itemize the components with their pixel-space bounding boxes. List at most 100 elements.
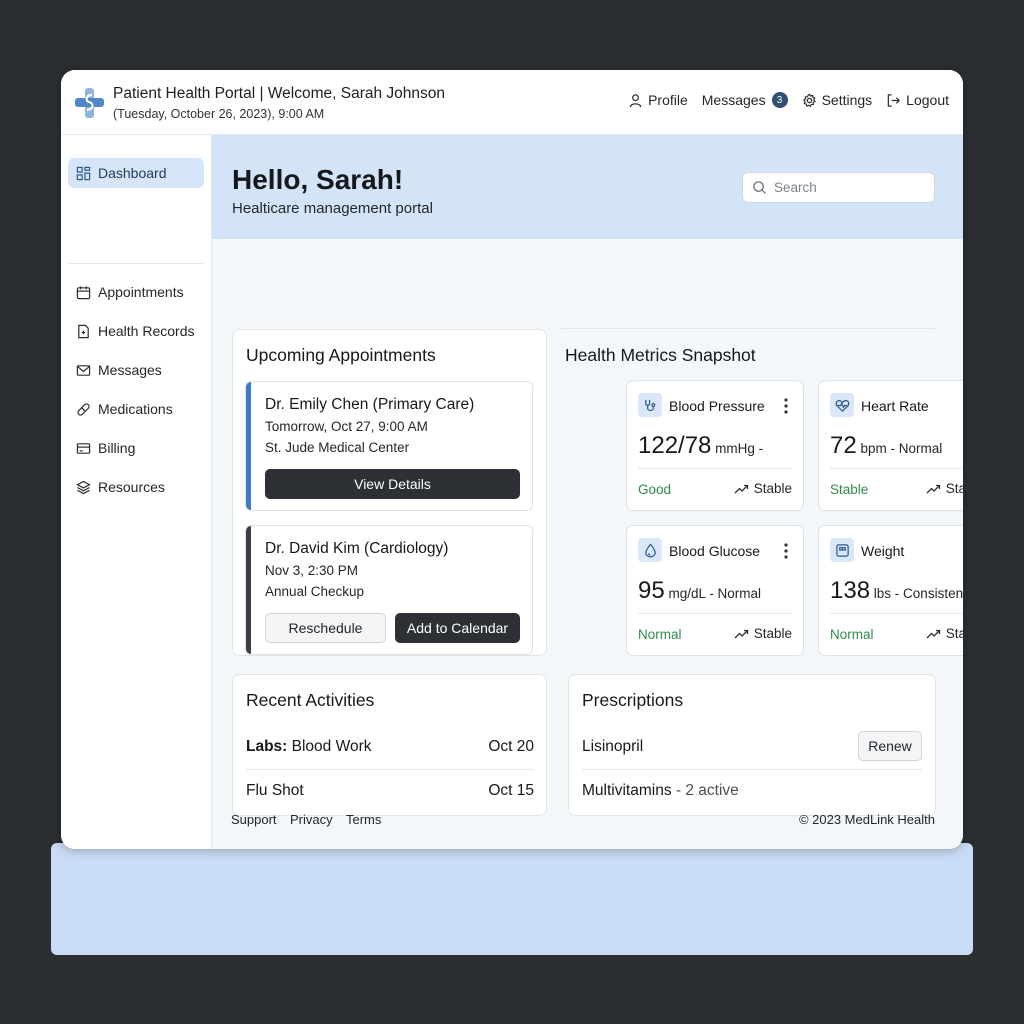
metric-value: 138 lbs - Consistent: [830, 577, 963, 605]
metric-trend-label: Stable: [753, 626, 792, 641]
sidebar-item-label: Billing: [98, 440, 136, 456]
row-divider: [582, 769, 922, 770]
search-box[interactable]: [742, 172, 935, 203]
activity-date: Oct 20: [488, 738, 534, 755]
activity-row[interactable]: Labs: Blood Work Oct 20: [246, 738, 534, 756]
sidebar-item-resources[interactable]: Resources: [68, 472, 204, 502]
top-header: Patient Health Portal | Welcome, Sarah J…: [61, 70, 963, 135]
logout-icon: [887, 93, 901, 107]
metric-name: Blood Glucose: [669, 543, 761, 559]
appointment-card: Dr. David Kim (Cardiology) Nov 3, 2:30 P…: [245, 525, 533, 655]
scale-icon: [830, 538, 854, 562]
user-icon: [629, 93, 642, 107]
prescription-row: Multivitamins - 2 active: [582, 782, 922, 800]
header-nav: Profile Messages 3 Settings Logout: [628, 92, 949, 108]
activity-label: Blood Work: [287, 738, 372, 755]
sidebar-item-medications[interactable]: Medications: [68, 394, 204, 424]
renew-button[interactable]: Renew: [858, 731, 922, 761]
logout-link[interactable]: Logout: [886, 92, 949, 108]
metric-status: Normal: [830, 627, 874, 642]
current-datetime: (Tuesday, October 26, 2023), 9:00 AM: [113, 107, 325, 121]
hero-banner: Hello, Sarah! Healticare management port…: [212, 135, 963, 239]
more-vertical-icon[interactable]: [781, 397, 791, 415]
add-to-calendar-button[interactable]: Add to Calendar: [395, 613, 520, 643]
appointment-location: Annual Checkup: [265, 584, 365, 599]
prescriptions-panel: Prescriptions Lisinopril Renew Multivita…: [568, 674, 936, 816]
metric-status: Stable: [830, 482, 869, 497]
activity-date: Oct 15: [488, 782, 534, 799]
metric-unit: bpm - Normal: [856, 441, 943, 456]
profile-link[interactable]: Profile: [628, 92, 688, 108]
metric-divider: [638, 613, 792, 614]
gear-icon: [802, 93, 816, 107]
droplet-icon: [638, 538, 662, 562]
metrics-divider: [561, 328, 935, 329]
base-plate: [51, 843, 973, 955]
appointments-title: Upcoming Appointments: [246, 345, 436, 365]
footer: Support Privacy Terms © 2023 MedLink Hea…: [212, 812, 935, 832]
prescriptions-title: Prescriptions: [582, 690, 684, 710]
file-icon: [78, 324, 89, 338]
greeting-subtitle: Healticare management portal: [232, 200, 433, 217]
activity-category: Labs:: [246, 738, 288, 755]
credit-card-icon: [76, 442, 91, 454]
metric-status: Good: [638, 482, 672, 497]
metric-trend-label: Stable: [945, 626, 963, 641]
metric-trend: Stable: [734, 626, 792, 641]
messages-count-badge: 3: [771, 92, 788, 108]
metric-number: 72: [830, 432, 857, 459]
profile-label: Profile: [648, 92, 688, 108]
metric-status: Normal: [638, 627, 682, 642]
prescription-note: - 2 active: [671, 782, 739, 799]
sidebar-item-label: Dashboard: [98, 165, 167, 181]
reschedule-button[interactable]: Reschedule: [265, 613, 386, 643]
settings-link[interactable]: Settings: [802, 92, 873, 108]
activity-row[interactable]: Flu Shot Oct 15: [246, 782, 534, 800]
view-details-button[interactable]: View Details: [265, 469, 520, 499]
messages-link[interactable]: Messages 3: [702, 92, 788, 108]
metrics-title: Health Metrics Snapshot: [565, 345, 756, 365]
heart-pulse-icon: [830, 393, 854, 417]
footer-link-privacy[interactable]: Privacy: [290, 812, 333, 827]
search-icon: [753, 181, 767, 195]
greeting-heading: Hello, Sarah!: [232, 164, 404, 195]
search-input[interactable]: [774, 180, 924, 195]
metric-name: Blood Pressure: [669, 398, 765, 414]
messages-label: Messages: [701, 92, 766, 108]
metric-number: 122/78: [638, 432, 712, 459]
sidebar-item-label: Medications: [98, 401, 173, 417]
metric-value: 95 mg/dL - Normal: [638, 577, 761, 605]
appointment-accent-bar: [246, 526, 251, 654]
sidebar-item-dashboard[interactable]: Dashboard: [68, 158, 204, 188]
pill-icon: [77, 402, 90, 416]
sidebar-item-label: Health Records: [98, 323, 195, 339]
sidebar: Dashboard Appointments Health Records Me…: [61, 135, 212, 849]
stethoscope-icon: [638, 393, 662, 417]
sidebar-item-health-records[interactable]: Health Records: [68, 316, 204, 346]
metric-divider: [830, 468, 963, 469]
trend-up-icon: [734, 484, 748, 493]
metric-unit: mg/dL - Normal: [664, 586, 761, 601]
metric-divider: [638, 468, 792, 469]
metric-trend: Stable: [926, 626, 963, 641]
footer-link-support[interactable]: Support: [231, 812, 277, 827]
metric-card-heart-rate: Heart Rate 72 bpm - Normal Stable Stable: [818, 380, 963, 511]
metric-card-weight: Weight 138 lbs - Consistent Normal Stabl…: [818, 525, 963, 656]
metric-unit: lbs - Consistent: [870, 586, 963, 601]
activities-title: Recent Activities: [246, 690, 375, 710]
trend-up-icon: [926, 484, 940, 493]
appointment-doctor: Dr. David Kim (Cardiology): [265, 540, 449, 557]
sidebar-item-messages[interactable]: Messages: [68, 355, 204, 385]
sidebar-item-appointments[interactable]: Appointments: [68, 277, 204, 307]
appointment-doctor: Dr. Emily Chen (Primary Care): [265, 396, 475, 413]
appointment-time: Nov 3, 2:30 PM: [265, 563, 359, 578]
footer-link-terms[interactable]: Terms: [346, 812, 381, 827]
sidebar-item-billing[interactable]: Billing: [68, 433, 204, 463]
sidebar-item-label: Appointments: [98, 284, 184, 300]
sidebar-item-label: Resources: [98, 479, 165, 495]
settings-label: Settings: [821, 92, 873, 108]
more-vertical-icon[interactable]: [781, 542, 791, 560]
prescription-name: Multivitamins: [582, 782, 672, 799]
dashboard-icon: [76, 166, 91, 180]
appointment-card: Dr. Emily Chen (Primary Care) Tomorrow, …: [245, 381, 533, 511]
